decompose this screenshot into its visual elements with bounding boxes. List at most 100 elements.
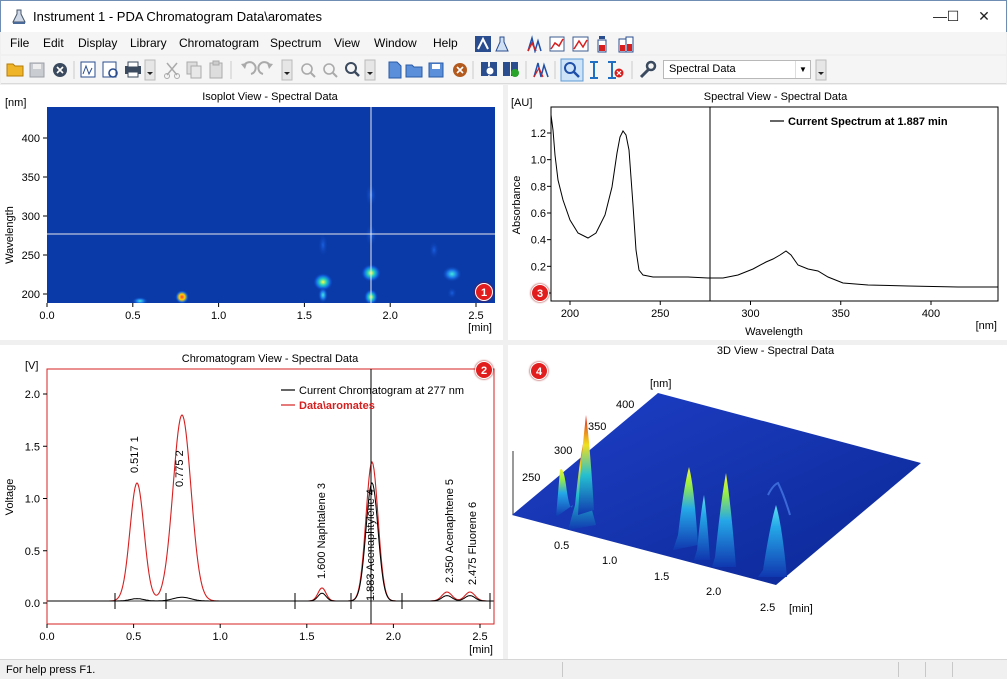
isoplot-spot (175, 290, 189, 303)
paste-icon[interactable] (209, 60, 223, 79)
zoom-dropdown-icon[interactable] (364, 59, 376, 81)
menu-help[interactable]: Help (433, 36, 458, 50)
menu-library[interactable]: Library (130, 36, 167, 50)
isoplot-y-tick: 400 (22, 133, 40, 145)
isoplot-y-label: Wavelength (4, 206, 16, 264)
cursor-icon[interactable] (590, 61, 598, 79)
print-dropdown-icon[interactable] (144, 59, 156, 81)
delete-cursor-icon[interactable] (608, 61, 624, 79)
open-chromatogram-icon[interactable] (80, 61, 96, 78)
chromatogram-y-tick: 0.5 (25, 546, 40, 558)
chromatogram-x-tick: 1.5 (299, 631, 314, 643)
isoplot-y-tick: 300 (22, 211, 40, 223)
chromatogram-pane[interactable]: Chromatogram View - Spectral Data Curren… (0, 345, 503, 659)
view3d-nm-tick: 350 (588, 421, 606, 433)
undo-icon[interactable] (241, 61, 257, 75)
spectrum-peaks-icon[interactable] (533, 62, 549, 78)
print-preview-icon[interactable] (102, 61, 118, 78)
view3d-nm-unit: [nm] (650, 378, 671, 390)
menu-view[interactable]: View (334, 36, 360, 50)
chromatogram-x-tick: 2.5 (472, 631, 487, 643)
view3d-nm-tick: 300 (554, 445, 572, 457)
cut-icon[interactable] (164, 62, 180, 79)
chromatogram-y-tick: 1.0 (25, 494, 40, 506)
save-icon[interactable] (29, 62, 45, 78)
library-search-icon[interactable] (481, 62, 497, 76)
view3d-min-tick: 1.0 (602, 555, 617, 567)
status-bar: For help press F1. (0, 659, 1007, 679)
chromatogram-x-tick: 2.0 (386, 631, 401, 643)
isoplot-y-tick: 350 (22, 172, 40, 184)
callout-badge-3: 3 (531, 284, 549, 302)
vials-icon[interactable] (618, 36, 634, 53)
chromatogram-y-tick: 0.0 (25, 598, 40, 610)
save-blue-icon[interactable] (428, 62, 444, 78)
peak-label: 2.350 Acenaphtene 5 (444, 479, 456, 583)
spectral-y-unit: [AU] (511, 97, 532, 109)
zoom-in-icon[interactable] (301, 63, 316, 78)
menu-chromatogram[interactable]: Chromatogram (179, 36, 259, 50)
menu-window[interactable]: Window (374, 36, 417, 50)
chromatogram-y-unit: [V] (25, 360, 38, 372)
isoplot-x-tick: 2.0 (383, 310, 398, 322)
spectral-pane[interactable]: Spectral View - Spectral Data Current Sp… (508, 85, 1007, 340)
isoplot-x-tick: 2.5 (468, 310, 483, 322)
legend-data: Data\aromates (299, 400, 375, 412)
chevron-down-icon[interactable]: ▼ (795, 61, 810, 78)
spectral-x-tick: 200 (561, 308, 579, 320)
spectral-x-tick: 400 (922, 308, 940, 320)
flask-icon[interactable] (495, 36, 509, 52)
isoplot-y-tick: 200 (22, 289, 40, 301)
isoplot-pane[interactable]: Isoplot View - Spectral Data [nm] Wavele… (0, 85, 503, 340)
chromatogram-x-tick: 1.0 (213, 631, 228, 643)
chromatogram-x-tick: 0.0 (39, 631, 54, 643)
spectral-chart: Current Spectrum at 1.887 min [AU] Absor… (511, 97, 999, 338)
copy-icon[interactable] (186, 61, 202, 79)
isoplot-map (47, 107, 495, 303)
peaks-icon[interactable] (527, 35, 542, 53)
view3d-min-tick: 0.5 (554, 540, 569, 552)
isoplot-y-tick: 250 (22, 250, 40, 262)
view3d-chart: [nm] 400 350 300 250 0.5 1.0 1.5 2.0 2.5… (512, 378, 921, 615)
overlay-chart-icon[interactable] (549, 36, 565, 52)
spectral-x-tick: 250 (651, 308, 669, 320)
chromatogram-plot-area (46, 368, 495, 625)
view3d-nm-tick: 250 (522, 472, 540, 484)
close-file-icon[interactable] (53, 63, 67, 77)
toolbar-overflow-icon[interactable] (815, 59, 827, 81)
open-folder-icon[interactable] (6, 63, 24, 77)
isoplot-x-tick: 0.0 (39, 310, 54, 322)
menu-display[interactable]: Display (78, 36, 117, 50)
spectral-legend: Current Spectrum at 1.887 min (788, 116, 948, 128)
zoom-out-icon[interactable] (323, 63, 338, 78)
new-document-icon[interactable] (388, 61, 402, 79)
menu-edit[interactable]: Edit (43, 36, 64, 50)
view3d-min-tick: 2.5 (760, 602, 775, 614)
vial-icon[interactable] (597, 36, 607, 53)
menu-file[interactable]: File (10, 36, 29, 50)
library-add-icon[interactable] (503, 62, 519, 77)
isoplot-spot (429, 241, 439, 259)
peak-label: 0.517 1 (129, 436, 141, 473)
view3d-pane[interactable]: 3D View - Spectral Data [nm] 400 350 300… (508, 345, 1007, 659)
folder-icon[interactable] (405, 64, 423, 78)
dataset-select[interactable]: Spectral Data ▼ (663, 60, 811, 79)
redo-icon[interactable] (257, 61, 273, 75)
zoom-icon[interactable] (345, 62, 360, 77)
isoplot-x-unit: [min] (468, 322, 492, 334)
wrench-icon[interactable] (639, 60, 657, 79)
redo-dropdown-icon[interactable] (281, 59, 293, 81)
close-button[interactable]: ✕ (961, 1, 1007, 32)
chromatogram-chart: Current Chromatogram at 277 nm Data\arom… (4, 360, 495, 656)
menu-spectrum[interactable]: Spectrum (270, 36, 321, 50)
report-icon[interactable] (475, 36, 491, 52)
view3d-min-tick: 1.5 (654, 571, 669, 583)
print-icon[interactable] (125, 61, 141, 78)
isoplot-spot (442, 266, 462, 282)
spectrum-zoom-icon[interactable] (560, 58, 584, 82)
toolbar (1, 56, 1006, 84)
spectral-x-unit: [nm] (976, 320, 997, 332)
chart-window-icon[interactable] (572, 36, 589, 52)
cancel-icon[interactable] (453, 63, 467, 77)
isoplot-x-tick: 1.5 (297, 310, 312, 322)
